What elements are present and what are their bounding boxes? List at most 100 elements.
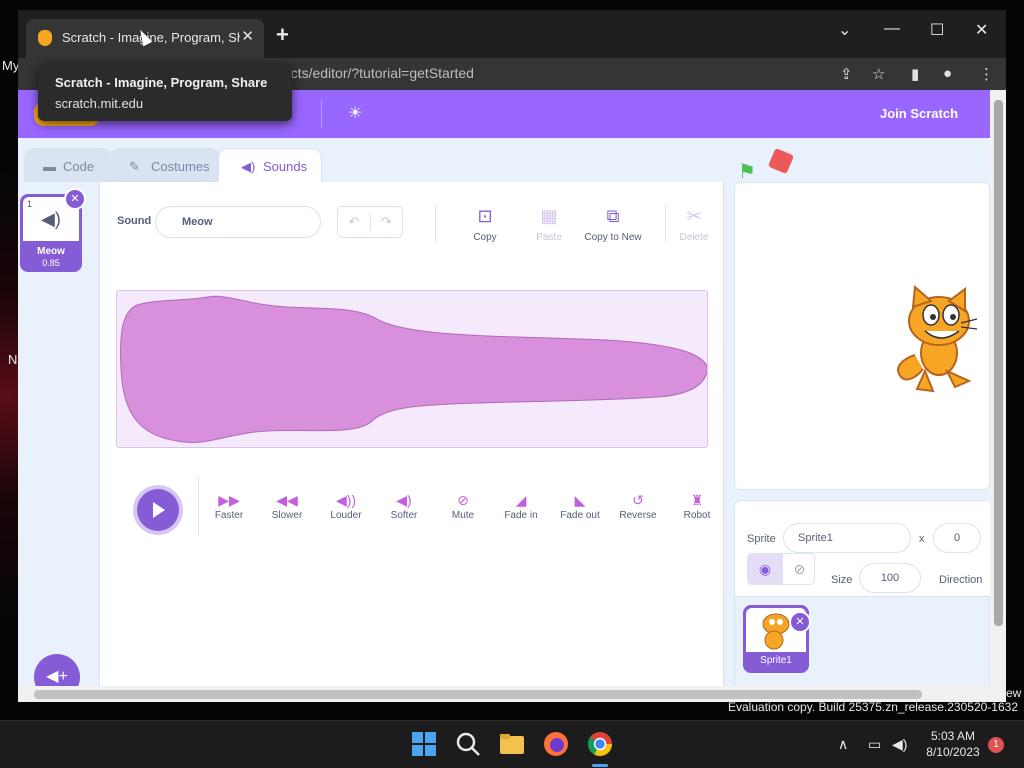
tool-label: Paste [536,232,562,243]
maximize-button[interactable]: ☐ [930,20,944,40]
effect-fade-in-button[interactable]: ◢ Fade in [490,492,552,521]
speaker-icon: ◀) [241,159,256,174]
minimize-button[interactable]: — [884,20,900,38]
sound-name-label: Sound [117,215,152,227]
robot-icon: ♜ [690,492,704,508]
join-scratch-link[interactable]: Join Scratch [880,106,958,121]
toolbar-divider [435,204,436,242]
browser-window: Scratch - Imagine, Program, Share ✕ + ⌄ … [18,10,1006,702]
tab-costumes[interactable]: ✎ Costumes [110,148,220,182]
sound-name-input[interactable]: Meow [155,206,321,238]
sound-index: 1 [27,199,33,209]
windows-start-icon[interactable] [410,730,438,758]
tutorials-lightbulb-icon[interactable]: ☀ [348,103,362,123]
redo-icon[interactable]: ↷ [370,214,402,230]
chevron-up-icon[interactable]: ∧ [838,736,848,753]
sound-name: Meow [37,246,65,257]
stage-canvas[interactable] [734,182,990,490]
side-panel-icon[interactable]: ▮ [911,65,919,83]
copy-to-new-icon: ⧉ [606,206,620,226]
notification-badge[interactable]: 1 [988,737,1004,753]
x-label: x [919,533,925,545]
tooltip-title: Scratch - Imagine, Program, Share [55,75,268,90]
tab-label: Sounds [263,159,308,174]
show-toggle-group: ◉ ⊘ [747,553,815,585]
bookmark-star-icon[interactable]: ☆ [872,65,885,83]
effect-label: Softer [390,510,418,521]
scrollbar-thumb[interactable] [34,690,922,699]
tab-hover-tooltip: Scratch - Imagine, Program, Share scratc… [38,63,292,121]
file-explorer-icon[interactable] [498,730,526,758]
tab-title: Scratch - Imagine, Program, Share [62,30,240,45]
horizontal-scrollbar[interactable] [18,686,990,702]
undo-icon[interactable]: ↶ [338,214,370,230]
tab-search-icon[interactable]: ⌄ [838,20,851,40]
direction-label: Direction [939,574,983,586]
vertical-scrollbar[interactable] [990,90,1006,702]
desktop-text-fragment: ew [1006,686,1022,700]
sound-editor: Sound Meow ↶ ↷ ⊡ Copy ▦ Paste ⧉ Copy to … [100,182,724,688]
sound-duration: 0.85 [42,258,60,268]
effect-softer-button[interactable]: ◀) Softer [373,492,435,521]
tool-label: Copy to New [584,232,642,243]
copy-to-new-button[interactable]: ⧉ Copy to New [576,204,650,243]
search-icon[interactable] [454,730,482,758]
effect-label: Reverse [619,510,657,521]
effect-slower-button[interactable]: ◀◀ Slower [256,492,318,521]
green-flag-icon[interactable]: ⚑ [738,159,756,184]
code-icon: ▬ [43,159,56,174]
size-input[interactable]: 100 [859,563,921,593]
new-tab-button[interactable]: + [276,22,289,48]
volume-icon[interactable]: ◀) [892,736,907,753]
sprite-pane: Sprite Sprite1 x 0 ◉ ⊘ Size 100 Directio… [734,500,991,690]
delete-button[interactable]: ✂ Delete [657,204,731,243]
paste-button[interactable]: ▦ Paste [512,204,586,243]
cat-sprite-icon [897,284,978,393]
effect-label: Slower [271,510,303,521]
tab-sounds[interactable]: ◀) Sounds [218,148,322,185]
firefox-icon[interactable] [542,730,570,758]
sprite-name-input[interactable]: Sprite1 [783,523,911,553]
effect-reverse-button[interactable]: ↺ Reverse [607,492,669,521]
paste-icon: ▦ [540,206,558,226]
tool-label: Copy [473,232,497,243]
chrome-icon[interactable] [586,730,614,758]
clock-time: 5:03 AM [930,729,976,743]
delete-sound-icon[interactable]: ✕ [64,188,86,210]
share-icon[interactable]: ⇪ [840,65,853,83]
fade-in-icon: ◢ [515,492,527,508]
effect-faster-button[interactable]: ▶▶ Faster [198,492,260,521]
browser-menu-icon[interactable]: ⋮ [979,65,994,83]
evaluation-watermark: Evaluation copy. Build 25375.zn_release.… [728,700,1018,714]
profile-icon[interactable]: ● [943,65,952,82]
copy-button[interactable]: ⊡ Copy [448,204,522,243]
network-icon[interactable]: ▭ [868,736,881,753]
active-app-indicator [592,764,608,767]
effect-robot-button[interactable]: ♜ Robot [666,492,728,521]
tab-code[interactable]: ▬ Code [24,148,112,182]
tab-close-icon[interactable]: ✕ [241,27,254,45]
scrollbar-thumb[interactable] [994,100,1003,626]
effect-label: Mute [451,510,475,521]
system-clock[interactable]: 5:03 AM 8/10/2023 [918,728,988,760]
rewind-icon: ◀◀ [276,492,298,508]
effect-mute-button[interactable]: ⊘ Mute [432,492,494,521]
play-sound-button[interactable] [137,489,179,531]
url-text[interactable]: ojects/editor/?tutorial=getStarted [272,65,474,81]
reverse-icon: ↺ [632,492,644,508]
close-window-button[interactable]: ✕ [975,20,988,40]
show-eye-icon[interactable]: ◉ [748,554,782,584]
effect-louder-button[interactable]: ◀)) Louder [315,492,377,521]
effect-label: Fade out [560,510,600,521]
hide-eye-icon[interactable]: ⊘ [782,554,814,584]
effect-fade-out-button[interactable]: ◣ Fade out [549,492,611,521]
tab-label: Code [63,159,95,174]
delete-sprite-icon[interactable]: ✕ [789,611,811,633]
desktop-icon-label: N [8,352,18,367]
fade-out-icon: ◣ [574,492,586,508]
x-position-input[interactable]: 0 [933,523,981,553]
waveform-display[interactable] [116,290,708,448]
scissors-icon: ✂ [686,206,702,226]
tab-label: Costumes [151,159,210,174]
effect-label: Faster [214,510,244,521]
